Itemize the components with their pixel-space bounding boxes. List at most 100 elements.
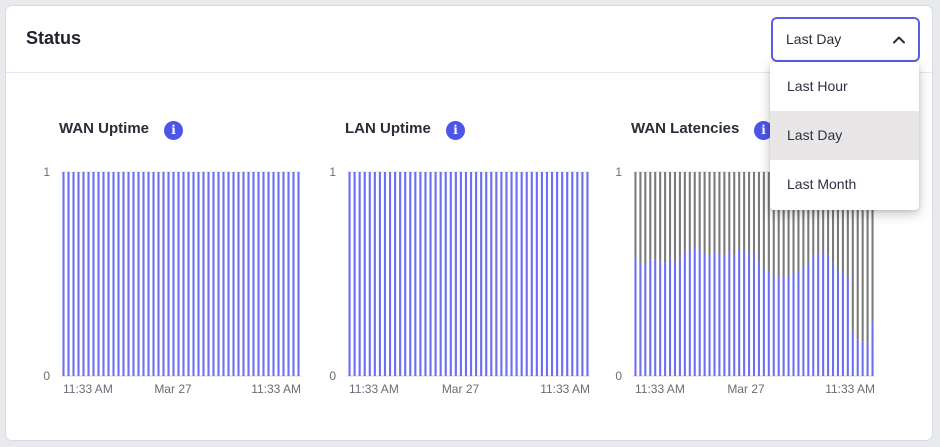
data-bar (571, 172, 574, 376)
y-tick-label: 0 (615, 369, 622, 383)
data-bar (566, 172, 569, 376)
data-bar (252, 172, 255, 376)
data-bar (871, 320, 874, 376)
x-tick-label: 11:33 AM (825, 382, 875, 396)
data-bar (683, 249, 686, 376)
data-bar (237, 172, 240, 376)
data-bar (147, 172, 150, 376)
latency-gap-bar (738, 172, 741, 250)
data-bar (634, 257, 637, 376)
data-bar (277, 172, 280, 376)
data-bar (752, 253, 756, 376)
data-bar (586, 172, 589, 376)
data-bar (257, 172, 260, 376)
latency-gap-bar (752, 172, 756, 254)
menu-item-last-month[interactable]: Last Month (770, 160, 919, 209)
data-bar (102, 172, 105, 376)
data-bar (429, 172, 432, 376)
data-bar (733, 255, 736, 376)
latency-gap-bar (649, 172, 652, 260)
x-tick-label: 11:33 AM (635, 382, 685, 396)
data-bar (698, 249, 701, 376)
x-tick-label: 11:33 AM (251, 382, 301, 396)
data-bar (817, 253, 820, 376)
data-bar (777, 276, 780, 376)
data-bar (162, 172, 165, 376)
data-bar (673, 261, 677, 376)
x-tick-label: Mar 27 (727, 382, 765, 396)
x-tick-label: Mar 27 (154, 382, 192, 396)
data-bar (649, 259, 652, 376)
data-bar (639, 263, 642, 376)
data-bar (267, 172, 270, 376)
data-bar (505, 172, 508, 376)
data-bar (97, 172, 100, 376)
latency-gap-bar (748, 172, 751, 254)
x-tick-label: 11:33 AM (63, 382, 113, 396)
menu-item-last-day[interactable]: Last Day (770, 111, 919, 160)
data-bar (67, 172, 70, 376)
data-bar (107, 172, 110, 376)
data-bar (358, 172, 361, 376)
data-bar (866, 343, 869, 376)
data-bar (480, 172, 483, 376)
data-bar (831, 263, 835, 376)
data-bar (262, 172, 265, 376)
data-bar (490, 172, 493, 376)
data-bar (545, 172, 549, 376)
data-bar (419, 172, 422, 376)
data-bar (495, 172, 498, 376)
data-bar (222, 172, 225, 376)
data-bar (540, 172, 543, 376)
data-bar (827, 255, 830, 376)
data-bar (142, 172, 145, 376)
data-bar (556, 172, 559, 376)
data-bar (703, 253, 706, 376)
data-bar (812, 255, 815, 376)
data-bar (112, 172, 115, 376)
data-bar (82, 172, 85, 376)
data-bar (757, 261, 760, 376)
data-bar (535, 172, 538, 376)
latency-gap-bar (669, 172, 672, 258)
latency-gap-bar (703, 172, 706, 254)
data-bar (378, 172, 381, 376)
latency-gap-bar (708, 172, 711, 256)
data-bar (394, 172, 397, 376)
data-bar (62, 172, 65, 376)
data-bar (353, 172, 356, 376)
data-bar (576, 172, 579, 376)
data-bar (444, 172, 447, 376)
data-bar (227, 172, 230, 376)
data-bar (217, 172, 220, 376)
data-bar (242, 172, 245, 376)
data-bar (822, 251, 825, 376)
data-bar (409, 172, 412, 376)
data-bar (172, 172, 175, 376)
y-tick-label: 1 (43, 165, 50, 179)
data-bar (363, 172, 366, 376)
data-bar (530, 172, 533, 376)
x-tick-label: 11:33 AM (540, 382, 590, 396)
data-bar (202, 172, 205, 376)
latency-gap-bar (654, 172, 657, 260)
data-bar (77, 172, 80, 376)
data-bar (87, 172, 90, 376)
data-bar (762, 269, 765, 376)
data-bar (132, 172, 135, 376)
data-bar (723, 255, 726, 376)
data-bar (282, 172, 285, 376)
data-bar (485, 172, 488, 376)
data-bar (348, 172, 351, 376)
data-bar (117, 172, 120, 376)
data-bar (550, 172, 554, 376)
data-bar (846, 278, 849, 376)
data-bar (581, 172, 584, 376)
data-bar (399, 172, 402, 376)
data-bar (232, 172, 235, 376)
menu-item-last-hour[interactable]: Last Hour (770, 62, 919, 111)
data-bar (167, 172, 170, 376)
time-range-menu: Last Hour Last Day Last Month (770, 62, 919, 210)
data-bar (693, 247, 696, 376)
data-bar (187, 172, 190, 376)
